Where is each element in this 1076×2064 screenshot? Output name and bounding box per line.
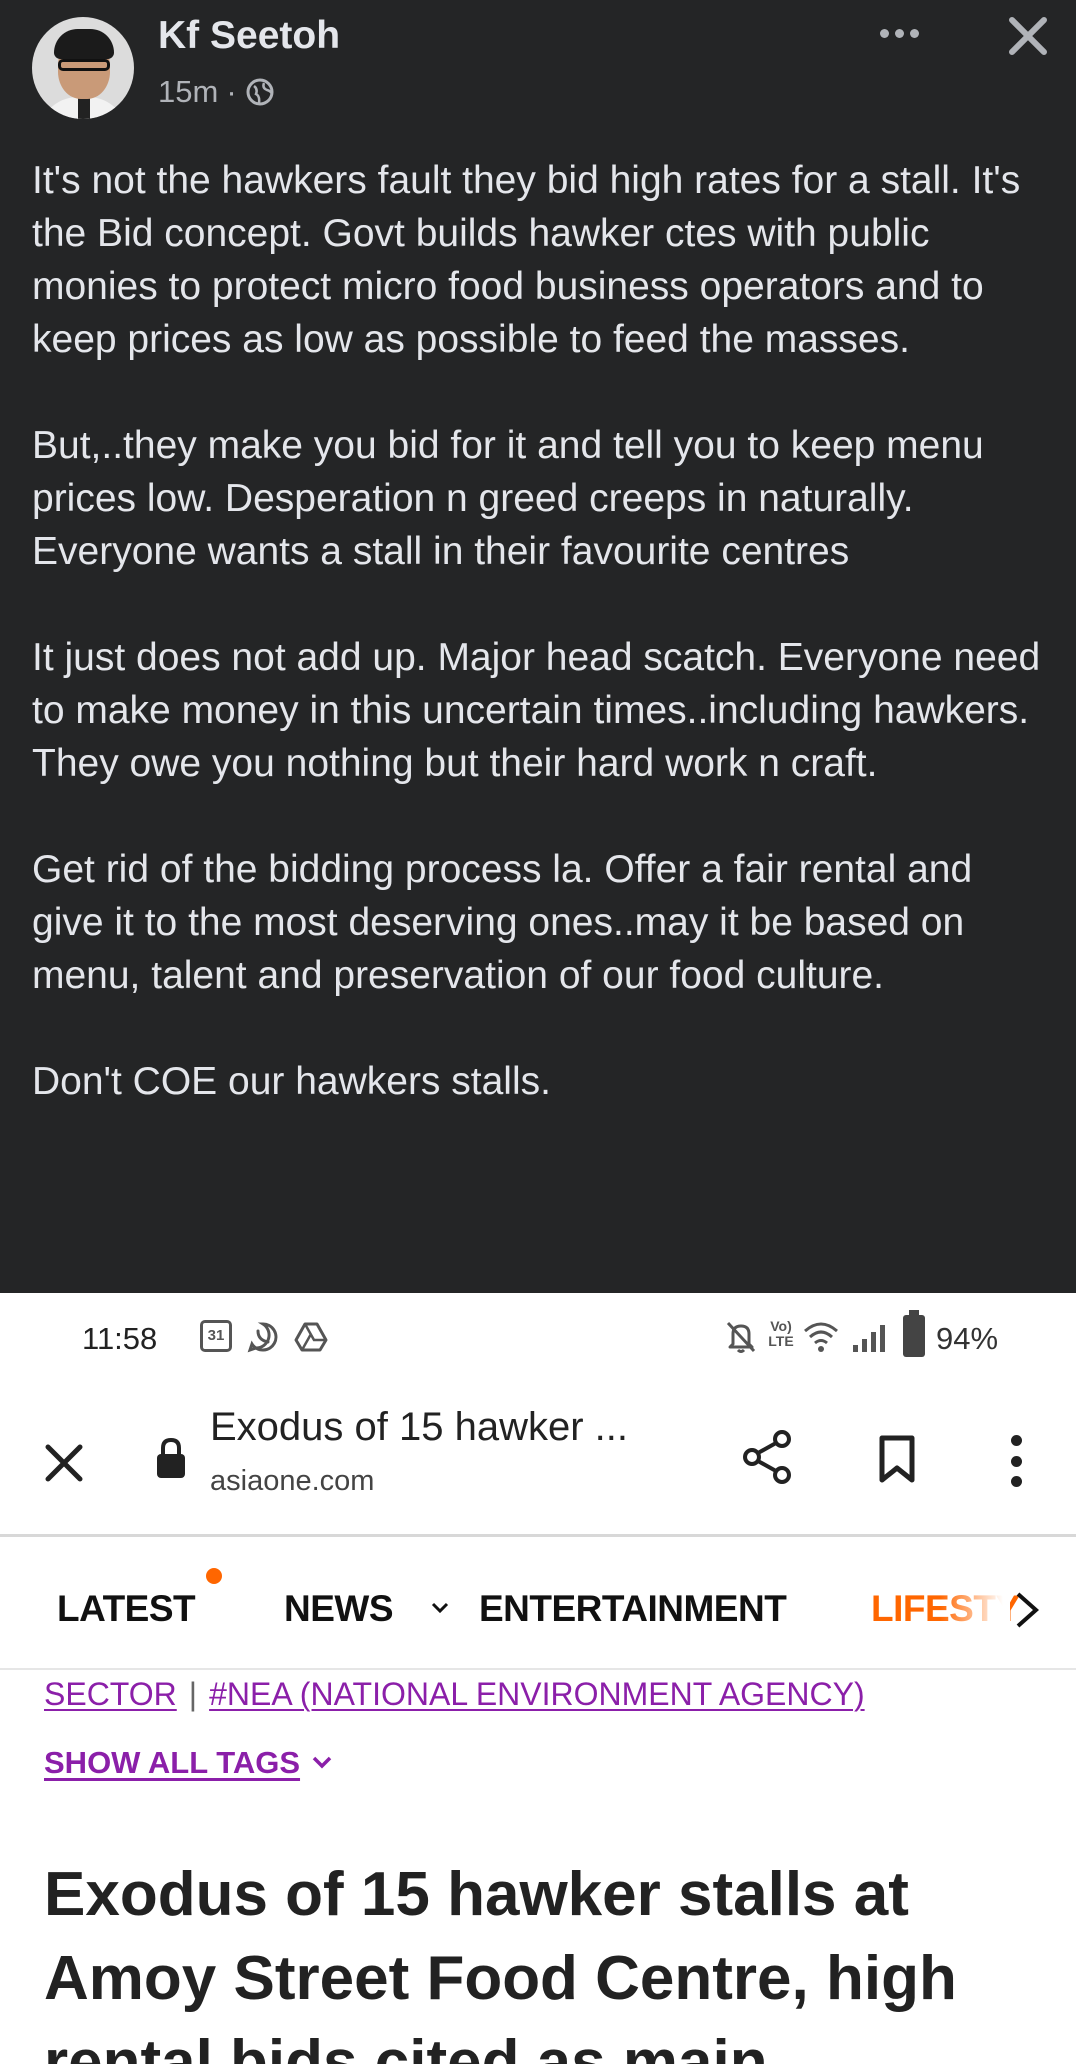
- nav-item-news[interactable]: NEWS: [284, 1588, 394, 1630]
- post-body: It's not the hawkers fault they bid high…: [32, 154, 1052, 1108]
- page-title[interactable]: Exodus of 15 hawker ...: [210, 1405, 628, 1450]
- tag-separator: |: [188, 1676, 198, 1712]
- battery-percent: 94%: [936, 1321, 999, 1356]
- new-indicator-dot: [206, 1568, 222, 1584]
- author-name[interactable]: Kf Seetoh: [158, 14, 340, 58]
- show-all-tags-button[interactable]: SHOW ALL TAGS: [44, 1745, 334, 1781]
- avatar-glasses: [58, 59, 110, 71]
- nav-item-entertainment[interactable]: ENTERTAINMENT: [479, 1588, 787, 1630]
- nav-item-latest[interactable]: LATEST: [57, 1588, 196, 1630]
- status-time: 11:58: [82, 1321, 158, 1356]
- post-paragraph: Don't COE our hawkers stalls.: [32, 1060, 551, 1103]
- post-meta: 15m ·: [158, 74, 275, 110]
- nav-fade-overlay: [940, 1560, 1010, 1650]
- post-time[interactable]: 15m: [158, 74, 218, 110]
- chevron-right-icon[interactable]: [1012, 1588, 1042, 1632]
- battery-icon: [903, 1310, 925, 1357]
- close-icon[interactable]: [42, 1441, 86, 1485]
- chevron-down-icon: [312, 1756, 332, 1769]
- bookmark-icon[interactable]: [878, 1435, 916, 1483]
- avatar-hair: [54, 29, 114, 59]
- page-domain[interactable]: asiaone.com: [210, 1465, 374, 1498]
- article-headline: Exodus of 15 hawker stalls at Amoy Stree…: [44, 1860, 957, 2064]
- tag-link[interactable]: #NEA (NATIONAL ENVIRONMENT AGENCY): [209, 1676, 865, 1713]
- menu-icon[interactable]: [1006, 1435, 1026, 1487]
- lock-icon: [157, 1437, 185, 1478]
- article-screenshot: 11:58 31 Vo) LTE 94% Exodus of 15 hawker…: [0, 1293, 1076, 2064]
- post-paragraph: But,..they make you bid for it and tell …: [32, 424, 984, 573]
- site-nav: LATEST NEWS ENTERTAINMENT LIFESTY: [0, 1540, 1076, 1670]
- facebook-post: Kf Seetoh 15m · It's not the hawkers fau…: [0, 0, 1076, 1293]
- tag-list: SECTOR | #NEA (NATIONAL ENVIRONMENT AGEN…: [44, 1676, 865, 1713]
- status-bar: 11:58 31 Vo) LTE 94%: [0, 1293, 1076, 1383]
- show-all-tags-label: SHOW ALL TAGS: [44, 1745, 301, 1780]
- whatsapp-icon: [247, 1322, 278, 1353]
- drive-icon: [294, 1322, 328, 1352]
- chevron-down-icon[interactable]: [428, 1596, 452, 1620]
- post-paragraph: Get rid of the bidding process la. Offer…: [32, 848, 973, 997]
- post-paragraph: It just does not add up. Major head scat…: [32, 636, 1041, 785]
- mute-icon: [726, 1321, 756, 1353]
- globe-icon: [246, 78, 274, 106]
- share-icon[interactable]: [742, 1429, 794, 1485]
- avatar-tie: [78, 97, 90, 119]
- close-icon[interactable]: [1004, 12, 1052, 60]
- calendar-icon: 31: [200, 1320, 232, 1352]
- signal-icon: [853, 1325, 885, 1352]
- avatar[interactable]: [32, 17, 134, 119]
- volte-icon: Vo) LTE: [768, 1318, 794, 1349]
- post-paragraph: It's not the hawkers fault they bid high…: [32, 159, 1021, 361]
- more-icon[interactable]: [880, 22, 928, 44]
- meta-separator: ·: [226, 74, 237, 109]
- wifi-icon: [804, 1322, 838, 1352]
- tag-link[interactable]: SECTOR: [44, 1676, 177, 1713]
- browser-url-bar: Exodus of 15 hawker ... asiaone.com: [0, 1383, 1076, 1537]
